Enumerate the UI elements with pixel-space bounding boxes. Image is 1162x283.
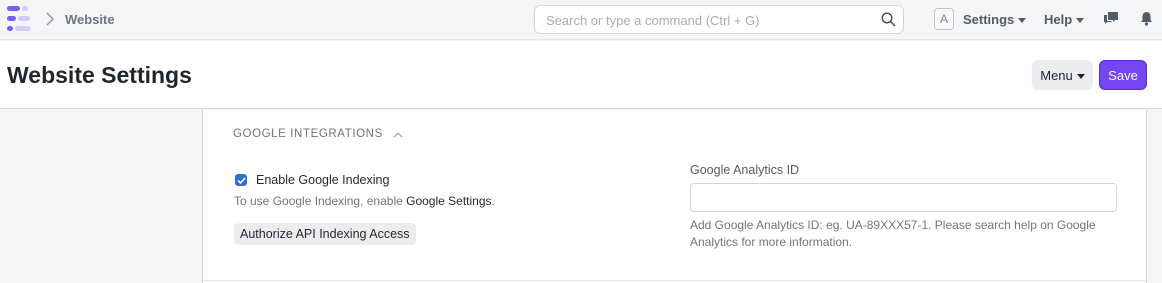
enable-google-indexing-field[interactable]: Enable Google Indexing bbox=[235, 173, 389, 187]
google-analytics-id-label: Google Analytics ID bbox=[690, 163, 800, 177]
help-prefix: To use Google Indexing, enable bbox=[234, 194, 407, 208]
enable-google-indexing-checkbox[interactable] bbox=[235, 174, 247, 186]
section-divider bbox=[203, 280, 1146, 281]
google-settings-link[interactable]: Google Settings bbox=[406, 194, 491, 208]
help-suffix: . bbox=[491, 194, 495, 208]
settings-label: Settings bbox=[963, 12, 1015, 27]
chevron-up-icon[interactable] bbox=[393, 131, 403, 138]
caret-down-icon bbox=[1076, 18, 1085, 23]
caret-down-icon bbox=[1076, 73, 1085, 79]
page-title: Website Settings bbox=[7, 62, 192, 88]
search-input[interactable]: Search or type a command (Ctrl + G) bbox=[534, 5, 904, 34]
google-analytics-id-description: Add Google Analytics ID: eg. UA-89XXX57-… bbox=[690, 218, 1096, 249]
indexing-help-text: To use Google Indexing, enable Google Se… bbox=[234, 194, 495, 208]
section-title: GOOGLE INTEGRATIONS bbox=[233, 128, 383, 140]
chevron-right-icon bbox=[46, 12, 54, 26]
authorize-api-indexing-button[interactable]: Authorize API Indexing Access bbox=[234, 223, 416, 245]
bell-icon[interactable] bbox=[1140, 11, 1153, 26]
chat-icon[interactable] bbox=[1103, 11, 1119, 26]
enable-google-indexing-label: Enable Google Indexing bbox=[256, 173, 390, 187]
avatar[interactable]: A bbox=[934, 8, 954, 30]
settings-dropdown[interactable]: Settings bbox=[963, 12, 1027, 27]
save-button[interactable]: Save bbox=[1099, 60, 1147, 90]
help-dropdown[interactable]: Help bbox=[1044, 12, 1085, 27]
breadcrumb[interactable]: Website bbox=[65, 12, 115, 27]
checkmark-icon bbox=[236, 176, 246, 184]
navbar: Website Search or type a command (Ctrl +… bbox=[0, 0, 1162, 40]
form-section-card: GOOGLE INTEGRATIONS Enable Google Indexi… bbox=[202, 110, 1147, 283]
menu-label: Menu bbox=[1040, 67, 1073, 83]
help-label: Help bbox=[1044, 12, 1073, 27]
caret-down-icon bbox=[1018, 18, 1027, 23]
google-analytics-id-input[interactable] bbox=[690, 183, 1117, 212]
menu-button[interactable]: Menu bbox=[1032, 60, 1093, 90]
search-placeholder: Search or type a command (Ctrl + G) bbox=[546, 13, 760, 28]
search-icon bbox=[881, 12, 896, 27]
page-head: Website Settings Menu Save bbox=[0, 41, 1162, 109]
app-logo-icon[interactable] bbox=[7, 6, 33, 32]
section-header[interactable]: GOOGLE INTEGRATIONS bbox=[233, 128, 403, 140]
